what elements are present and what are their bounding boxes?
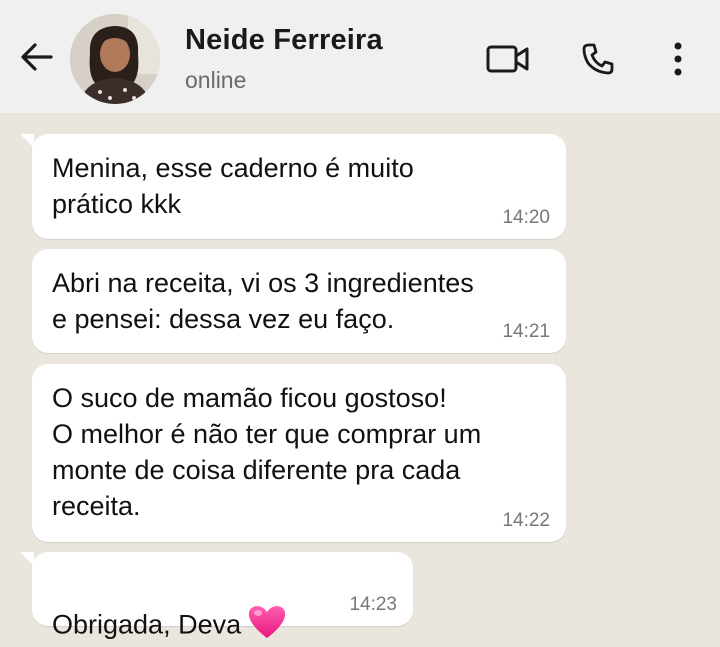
more-options-button[interactable] bbox=[655, 36, 701, 82]
chat-header: Neide Ferreira online bbox=[0, 0, 720, 113]
message-bubble[interactable]: Menina, esse caderno é muito prático kkk… bbox=[20, 134, 566, 239]
avatar[interactable] bbox=[70, 14, 160, 104]
arrow-left-icon bbox=[21, 43, 53, 71]
avatar-photo bbox=[70, 14, 160, 104]
message-bubble[interactable]: Obrigada, Deva 14:23 bbox=[20, 552, 413, 640]
message-time: 14:22 bbox=[502, 510, 550, 531]
chat-area[interactable]: Menina, esse caderno é muito prático kkk… bbox=[0, 113, 720, 647]
message-text-content: Obrigada, Deva bbox=[52, 609, 242, 640]
contact-info[interactable]: Neide Ferreira online bbox=[185, 24, 383, 94]
voice-call-button[interactable] bbox=[575, 36, 621, 82]
message-text: Menina, esse caderno é muito prático kkk bbox=[52, 153, 414, 219]
message-bubble[interactable]: O suco de mamão ficou gostoso! O melhor … bbox=[32, 364, 566, 542]
video-camera-icon bbox=[486, 45, 529, 73]
contact-name: Neide Ferreira bbox=[185, 24, 383, 56]
more-vertical-icon bbox=[674, 42, 682, 76]
message-time: 14:21 bbox=[502, 321, 550, 342]
message-text: Abri na receita, vi os 3 ingredientes e … bbox=[52, 268, 474, 334]
message-text: O suco de mamão ficou gostoso! O melhor … bbox=[52, 383, 482, 521]
message-time: 14:20 bbox=[502, 207, 550, 228]
video-call-button[interactable] bbox=[485, 36, 531, 82]
message-time: 14:23 bbox=[349, 594, 397, 615]
pink-heart-emoji bbox=[247, 604, 287, 647]
back-button[interactable] bbox=[16, 37, 56, 77]
message-bubble[interactable]: Abri na receita, vi os 3 ingredientes e … bbox=[32, 249, 566, 353]
contact-status: online bbox=[185, 67, 247, 93]
phone-icon bbox=[582, 43, 614, 75]
message-text: Obrigada, Deva bbox=[52, 568, 393, 647]
